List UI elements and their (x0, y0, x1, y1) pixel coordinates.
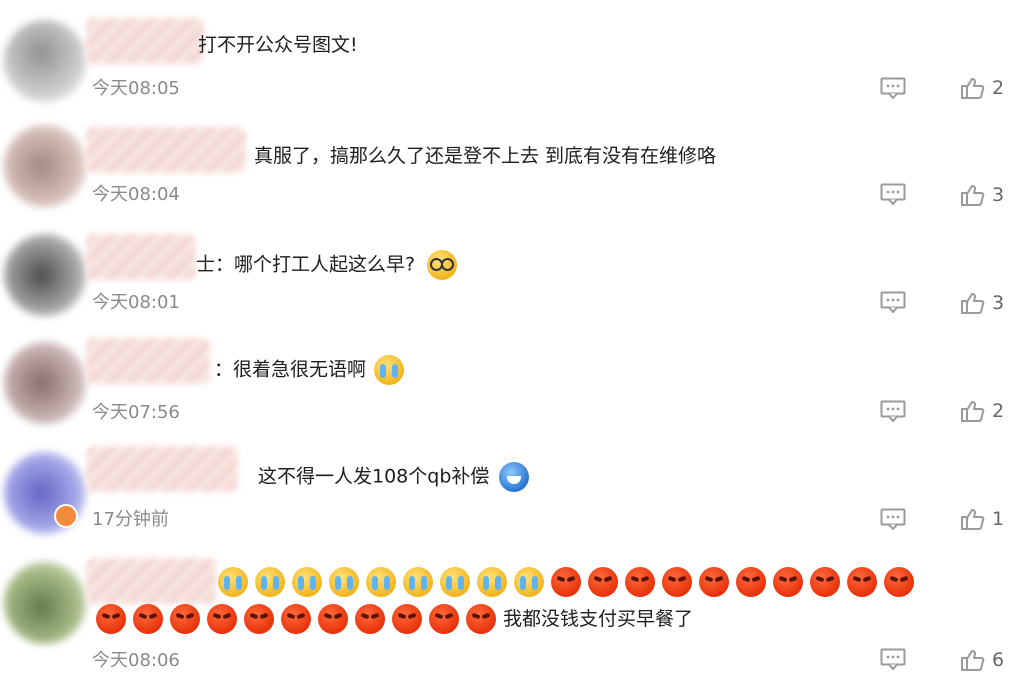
crying-emoji-icon (329, 567, 359, 597)
comment-time: 今天07:56 (92, 402, 180, 423)
angry-emoji-icon (662, 567, 692, 597)
like-button[interactable]: 3 (960, 183, 1004, 207)
crying-emoji-icon (514, 567, 544, 597)
angry-emoji-icon (318, 604, 348, 634)
angry-emoji-icon (207, 604, 237, 634)
like-button[interactable]: 2 (960, 399, 1004, 423)
avatar[interactable] (4, 234, 86, 316)
comment-item: ：很着急很无语啊 今天07:56 2 (0, 320, 1024, 430)
avatar[interactable] (4, 562, 86, 644)
comment-text: 这不得一人发108个qb补偿 (258, 462, 536, 492)
username-blurred[interactable] (86, 18, 204, 64)
angry-emoji-icon (810, 567, 840, 597)
avatar[interactable] (4, 342, 86, 424)
comment-text-content: 士：哪个打工人起这么早? (196, 253, 416, 276)
reply-icon[interactable] (880, 183, 906, 206)
comment-item: 士：哪个打工人起这么早? 今天08:01 3 (0, 212, 1024, 320)
like-button[interactable]: 1 (960, 507, 1004, 531)
emoji-sequence-row-1 (218, 567, 921, 597)
vip-badge-icon (54, 504, 78, 528)
username-blurred[interactable] (86, 234, 196, 280)
avatar[interactable] (4, 125, 86, 207)
reply-icon[interactable] (880, 77, 906, 100)
shark-emoji-icon (499, 462, 530, 492)
crying-emoji-icon (366, 567, 396, 597)
angry-emoji-icon (466, 604, 496, 634)
angry-emoji-icon (244, 604, 274, 634)
reply-icon[interactable] (880, 291, 906, 314)
angry-emoji-icon (355, 604, 385, 634)
comment-item: 这不得一人发108个qb补偿 17分钟前 1 (0, 430, 1024, 540)
avatar[interactable] (4, 20, 86, 102)
angry-emoji-icon (884, 567, 914, 597)
angry-emoji-icon (588, 567, 618, 597)
angry-emoji-icon (170, 604, 200, 634)
thumbs-up-icon (961, 293, 985, 314)
angry-emoji-icon (429, 604, 459, 634)
comment-item: 打不开公众号图文! 今天08:05 2 (0, 0, 1024, 105)
angry-emoji-icon (281, 604, 311, 634)
like-button[interactable]: 3 (960, 291, 1004, 315)
crying-emoji-icon (403, 567, 433, 597)
comment-text: 士：哪个打工人起这么早? (196, 250, 464, 280)
comment-time: 17分钟前 (92, 509, 169, 530)
angry-emoji-icon (133, 604, 163, 634)
reply-icon[interactable] (880, 648, 906, 671)
thumbs-up-icon (961, 650, 985, 671)
comment-text: 打不开公众号图文! (198, 34, 358, 56)
like-count: 3 (992, 184, 1005, 206)
comment-time: 今天08:06 (92, 650, 180, 671)
angry-emoji-icon (736, 567, 766, 597)
username-blurred[interactable] (86, 558, 216, 604)
angry-emoji-icon (551, 567, 581, 597)
crying-emoji-icon (374, 355, 405, 385)
like-button[interactable]: 6 (960, 648, 1004, 672)
comment-text: 真服了，搞那么久了还是登不上去 到底有没有在维修咯 (254, 145, 717, 167)
username-blurred[interactable] (86, 446, 238, 492)
crying-emoji-icon (477, 567, 507, 597)
comment-text-content: 这不得一人发108个qb补偿 (258, 465, 490, 488)
angry-emoji-icon (773, 567, 803, 597)
crying-emoji-icon (440, 567, 470, 597)
thumbs-up-icon (961, 401, 985, 422)
emoji-sequence-row-2: 我都没钱支付买早餐了 (96, 604, 693, 634)
thumbs-up-icon (961, 78, 985, 99)
username-blurred[interactable] (86, 338, 210, 384)
comment-item: 我都没钱支付买早餐了 今天08:06 6 (0, 540, 1024, 685)
comment-time: 今天08:01 (92, 292, 180, 313)
like-count: 1 (992, 508, 1005, 530)
comment-text: 我都没钱支付买早餐了 (503, 608, 694, 630)
like-count: 3 (992, 292, 1005, 314)
reply-icon[interactable] (880, 400, 906, 423)
angry-emoji-icon (847, 567, 877, 597)
comment-text-content: ：很着急很无语啊 (214, 358, 367, 381)
comment-item: 真服了，搞那么久了还是登不上去 到底有没有在维修咯 今天08:04 3 (0, 105, 1024, 212)
reply-icon[interactable] (880, 508, 906, 531)
comment-text: ：很着急很无语啊 (214, 355, 411, 385)
crying-emoji-icon (218, 567, 248, 597)
like-count: 6 (992, 649, 1005, 671)
thumbs-up-icon (961, 509, 985, 530)
like-button[interactable]: 2 (960, 76, 1004, 100)
angry-emoji-icon (625, 567, 655, 597)
crying-emoji-icon (292, 567, 322, 597)
comment-time: 今天08:04 (92, 184, 180, 205)
like-count: 2 (992, 77, 1005, 99)
comment-time: 今天08:05 (92, 78, 180, 99)
angry-emoji-icon (392, 604, 422, 634)
angry-emoji-icon (699, 567, 729, 597)
crying-emoji-icon (255, 567, 285, 597)
like-count: 2 (992, 400, 1005, 422)
username-blurred[interactable] (86, 127, 246, 173)
angry-emoji-icon (96, 604, 126, 634)
glasses-emoji-icon (427, 250, 458, 280)
thumbs-up-icon (961, 185, 985, 206)
